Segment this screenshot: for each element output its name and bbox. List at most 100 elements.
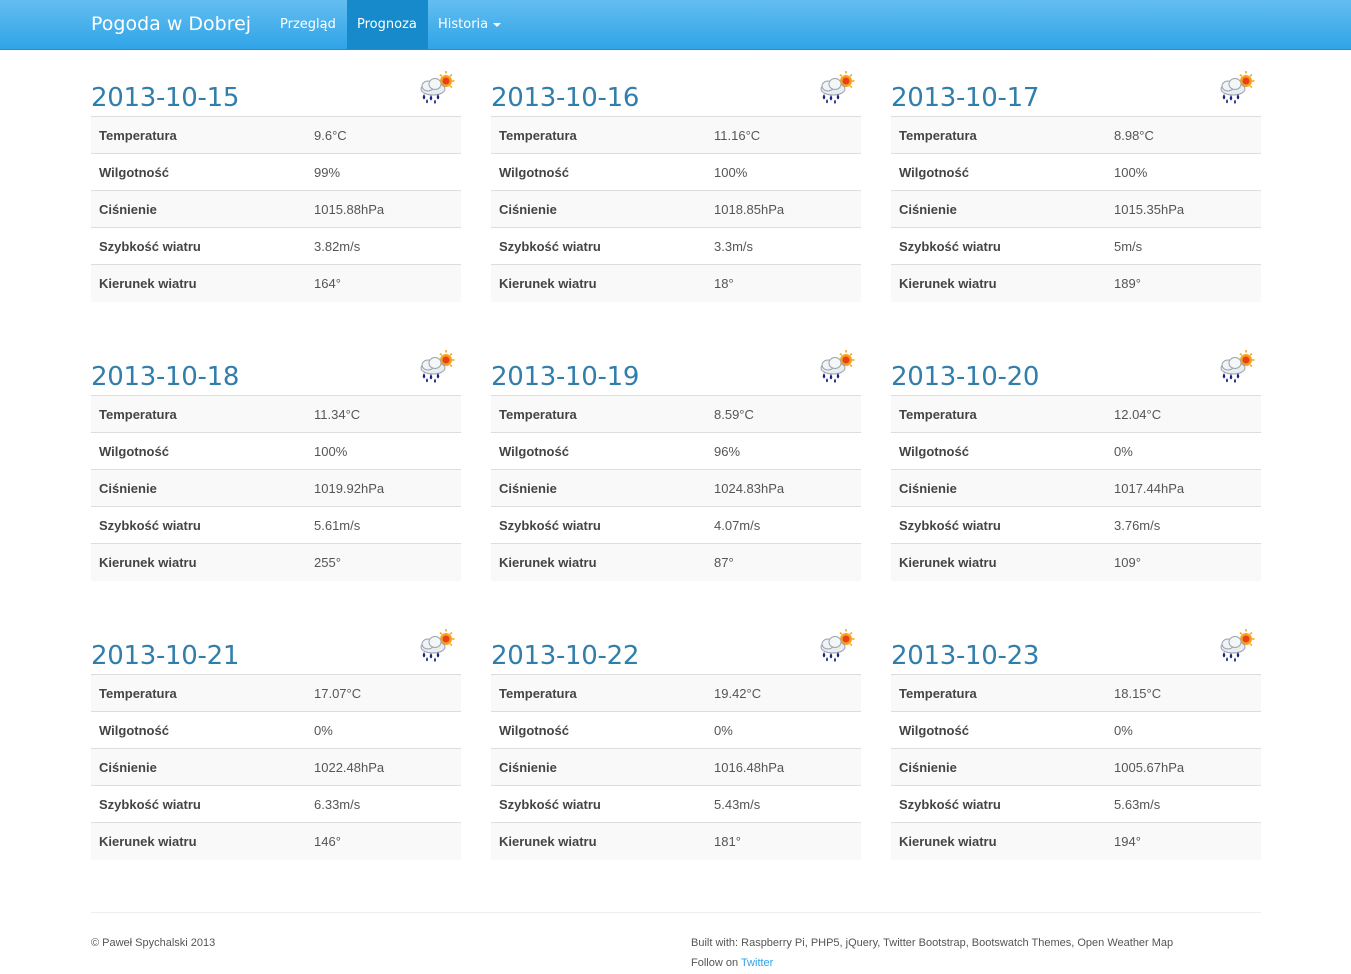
row-value: 3.82m/s bbox=[306, 227, 461, 265]
row-label: Szybkość wiatru bbox=[91, 506, 306, 544]
row-label: Szybkość wiatru bbox=[891, 785, 1106, 823]
nav-item-przeglad[interactable]: Przegląd bbox=[270, 0, 346, 49]
forecast-table: Temperatura 8.59°C Wilgotność 96% Ciśnienie 1… bbox=[491, 395, 861, 581]
row-label: Kierunek wiatru bbox=[891, 543, 1106, 581]
row-label: Temperatura bbox=[91, 116, 306, 154]
chevron-down-icon bbox=[493, 22, 502, 27]
row-label: Kierunek wiatru bbox=[491, 822, 706, 860]
forecast-table: Temperatura 11.34°C Wilgotność 100% Ciśnieni… bbox=[91, 395, 461, 581]
row-label: Temperatura bbox=[91, 395, 306, 433]
row-value: 109° bbox=[1106, 543, 1261, 581]
forecast-date: 2013-10-15 bbox=[91, 83, 240, 113]
row-value: 164° bbox=[306, 264, 461, 302]
row-label: Kierunek wiatru bbox=[491, 264, 706, 302]
row-value: 0% bbox=[706, 711, 861, 749]
nav-item-historia[interactable]: Historia bbox=[428, 0, 511, 49]
row-value: 181° bbox=[706, 822, 861, 860]
table-row: Kierunek wiatru 146° bbox=[91, 822, 461, 860]
row-label: Ciśnienie bbox=[491, 469, 706, 507]
table-row: Wilgotność 0% bbox=[891, 432, 1261, 470]
forecast-table: Temperatura 18.15°C Wilgotność 0% Ciśnienie 1… bbox=[891, 674, 1261, 860]
row-value: 5m/s bbox=[1106, 227, 1261, 265]
row-value: 4.07m/s bbox=[706, 506, 861, 544]
rain-sun-icon bbox=[816, 349, 856, 385]
table-row: Wilgotność 0% bbox=[491, 711, 861, 749]
row-value: 100% bbox=[306, 432, 461, 470]
row-label: Ciśnienie bbox=[891, 190, 1106, 228]
rain-sun-icon bbox=[416, 349, 456, 385]
footer-follow-label: Follow on bbox=[691, 957, 739, 969]
row-label: Wilgotność bbox=[491, 711, 706, 749]
row-label: Ciśnienie bbox=[91, 469, 306, 507]
rain-sun-icon bbox=[416, 628, 456, 664]
table-row: Kierunek wiatru 255° bbox=[91, 543, 461, 581]
row-label: Temperatura bbox=[891, 395, 1106, 433]
row-value: 194° bbox=[1106, 822, 1261, 860]
table-row: Kierunek wiatru 164° bbox=[91, 264, 461, 302]
row-value: 12.04°C bbox=[1106, 395, 1261, 433]
row-value: 100% bbox=[706, 153, 861, 191]
table-row: Szybkość wiatru 5m/s bbox=[891, 227, 1261, 265]
row-value: 255° bbox=[306, 543, 461, 581]
nav-item-prognoza[interactable]: Prognoza bbox=[347, 0, 428, 49]
brand-link[interactable]: Pogoda w Dobrej bbox=[91, 12, 251, 36]
forecast-date: 2013-10-17 bbox=[891, 83, 1040, 113]
row-label: Szybkość wiatru bbox=[491, 506, 706, 544]
row-label: Ciśnienie bbox=[491, 748, 706, 786]
row-value: 1017.44hPa bbox=[1106, 469, 1261, 507]
row-label: Kierunek wiatru bbox=[891, 264, 1106, 302]
footer-follow: Follow on Twitter bbox=[691, 953, 773, 973]
table-row: Temperatura 18.15°C bbox=[891, 674, 1261, 712]
row-value: 146° bbox=[306, 822, 461, 860]
table-row: Wilgotność 0% bbox=[91, 711, 461, 749]
table-row: Szybkość wiatru 6.33m/s bbox=[91, 785, 461, 823]
rain-sun-icon bbox=[1216, 349, 1256, 385]
row-value: 1018.85hPa bbox=[706, 190, 861, 228]
table-row: Wilgotność 99% bbox=[91, 153, 461, 191]
row-label: Wilgotność bbox=[91, 432, 306, 470]
table-row: Kierunek wiatru 194° bbox=[891, 822, 1261, 860]
forecast-date: 2013-10-20 bbox=[891, 362, 1040, 392]
table-row: Wilgotność 100% bbox=[91, 432, 461, 470]
row-label: Wilgotność bbox=[491, 153, 706, 191]
row-value: 87° bbox=[706, 543, 861, 581]
twitter-link[interactable]: Twitter bbox=[741, 957, 773, 969]
row-label: Temperatura bbox=[491, 395, 706, 433]
row-label: Szybkość wiatru bbox=[491, 227, 706, 265]
top-navbar: Pogoda w Dobrej Przegląd Prognoza Histor… bbox=[0, 0, 1351, 50]
row-label: Szybkość wiatru bbox=[91, 785, 306, 823]
row-value: 3.76m/s bbox=[1106, 506, 1261, 544]
row-label: Kierunek wiatru bbox=[891, 822, 1106, 860]
row-value: 0% bbox=[1106, 432, 1261, 470]
rain-sun-icon bbox=[1216, 628, 1256, 664]
table-row: Ciśnienie 1015.35hPa bbox=[891, 190, 1261, 228]
table-row: Temperatura 9.6°C bbox=[91, 116, 461, 154]
row-label: Szybkość wiatru bbox=[491, 785, 706, 823]
row-label: Szybkość wiatru bbox=[91, 227, 306, 265]
row-value: 5.63m/s bbox=[1106, 785, 1261, 823]
table-row: Kierunek wiatru 181° bbox=[491, 822, 861, 860]
table-row: Kierunek wiatru 18° bbox=[491, 264, 861, 302]
row-value: 189° bbox=[1106, 264, 1261, 302]
row-label: Temperatura bbox=[491, 116, 706, 154]
row-value: 99% bbox=[306, 153, 461, 191]
forecast-date: 2013-10-23 bbox=[891, 641, 1040, 671]
table-row: Ciśnienie 1017.44hPa bbox=[891, 469, 1261, 507]
row-value: 17.07°C bbox=[306, 674, 461, 712]
row-value: 9.6°C bbox=[306, 116, 461, 154]
row-value: 5.61m/s bbox=[306, 506, 461, 544]
table-row: Ciśnienie 1019.92hPa bbox=[91, 469, 461, 507]
footer-copyright: © Paweł Spychalski 2013 bbox=[91, 937, 216, 949]
table-row: Szybkość wiatru 4.07m/s bbox=[491, 506, 861, 544]
forecast-table: Temperatura 8.98°C Wilgotność 100% Ciśnienie… bbox=[891, 116, 1261, 302]
row-value: 1005.67hPa bbox=[1106, 748, 1261, 786]
footer-built-with: Built with: Raspberry Pi, PHP5, jQuery, … bbox=[691, 937, 1174, 949]
table-row: Temperatura 11.34°C bbox=[91, 395, 461, 433]
table-row: Wilgotność 0% bbox=[891, 711, 1261, 749]
row-value: 1015.88hPa bbox=[306, 190, 461, 228]
table-row: Temperatura 17.07°C bbox=[91, 674, 461, 712]
forecast-date: 2013-10-22 bbox=[491, 641, 640, 671]
nav-item-historia-label: Historia bbox=[438, 17, 489, 32]
row-label: Temperatura bbox=[491, 674, 706, 712]
table-row: Kierunek wiatru 87° bbox=[491, 543, 861, 581]
